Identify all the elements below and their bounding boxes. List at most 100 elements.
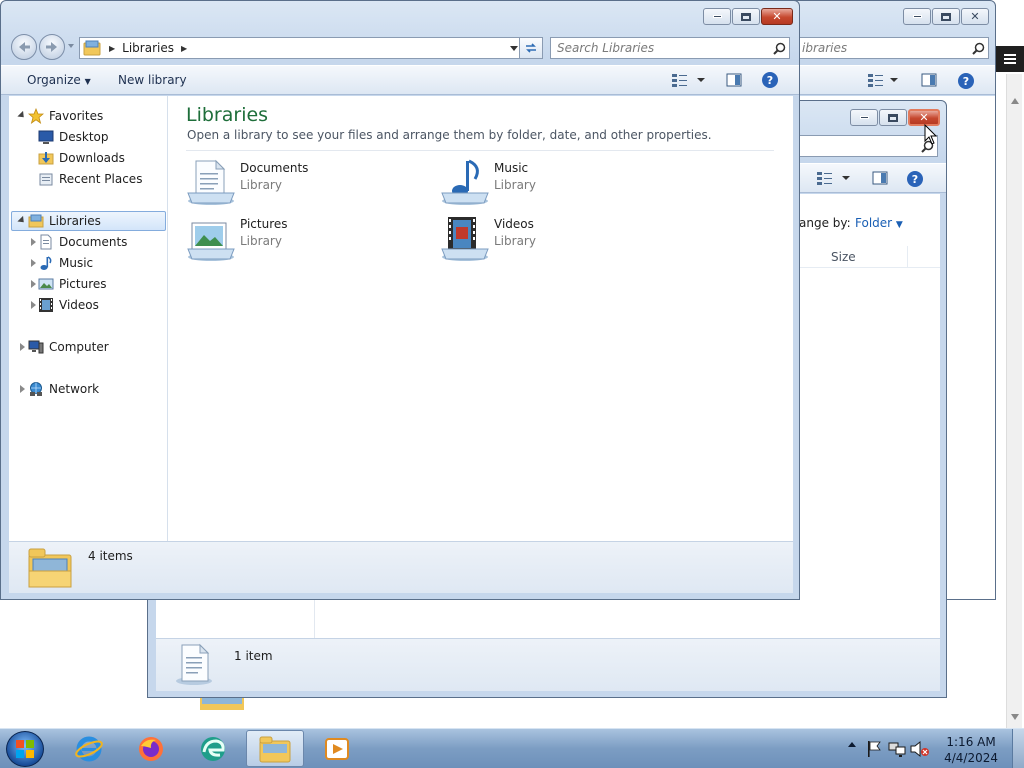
search-icon[interactable]: [769, 42, 789, 55]
page-scrollbar[interactable]: [1006, 74, 1022, 728]
taskbar-file-explorer[interactable]: [246, 730, 304, 767]
taskbar-clock[interactable]: 1:16 AM 4/4/2024: [944, 734, 998, 766]
help-icon[interactable]: ?: [761, 71, 779, 92]
close-button[interactable]: ✕: [961, 8, 989, 25]
address-dropdown-icon[interactable]: [510, 46, 518, 51]
volume-muted-icon[interactable]: [910, 740, 930, 761]
back-button[interactable]: [11, 34, 37, 60]
recent-places-icon: [38, 171, 54, 187]
content-pane: Libraries Open a library to see your fil…: [168, 96, 793, 541]
tree-item-pictures[interactable]: Pictures: [38, 274, 107, 294]
view-options-icon[interactable]: [671, 72, 707, 91]
taskbar-firefox[interactable]: [122, 730, 180, 767]
maximize-button[interactable]: [932, 8, 960, 25]
view-options-icon[interactable]: [867, 72, 899, 91]
svg-text:?: ?: [912, 173, 918, 186]
column-header-size[interactable]: Size: [831, 250, 856, 264]
expand-music-icon[interactable]: [31, 259, 36, 267]
library-name: Videos: [494, 217, 534, 231]
arrow-left-icon: [19, 42, 30, 52]
menu-icon: [1004, 54, 1016, 64]
svg-text:?: ?: [963, 75, 969, 88]
expand-network-icon[interactable]: [20, 385, 25, 393]
help-icon[interactable]: ?: [906, 170, 924, 191]
tree-item-videos[interactable]: Videos: [38, 295, 99, 315]
network-tray-icon[interactable]: [888, 740, 906, 761]
desktop-icon: [38, 129, 54, 145]
pictures-icon: [38, 276, 54, 292]
minimize-button[interactable]: [703, 8, 731, 25]
library-item-music[interactable]: Music Library: [440, 159, 536, 210]
tree-item-libraries[interactable]: Libraries: [28, 211, 101, 231]
tree-item-computer[interactable]: Computer: [28, 337, 109, 357]
tree-item-downloads[interactable]: Downloads: [38, 148, 125, 168]
minimize-button[interactable]: [903, 8, 931, 25]
search-input[interactable]: Search Libraries: [557, 41, 769, 55]
show-desktop-button[interactable]: [1012, 729, 1024, 768]
library-item-pictures[interactable]: Pictures Library: [186, 215, 288, 266]
taskbar-internet-explorer[interactable]: [60, 730, 118, 767]
taskbar-media-player[interactable]: [308, 730, 366, 767]
expand-computer-icon[interactable]: [20, 343, 25, 351]
maximize-button[interactable]: [732, 8, 760, 25]
explorer-window-libraries[interactable]: ✕ ▶ Libraries ▶ Search Libraries Organiz…: [0, 0, 800, 600]
background-app-strip: [996, 46, 1024, 72]
organize-menu[interactable]: Organize ▼: [27, 73, 91, 87]
firefox-icon: [139, 736, 163, 761]
start-button[interactable]: [6, 731, 44, 767]
tree-item-desktop[interactable]: Desktop: [38, 127, 109, 147]
system-tray: 1:16 AM 4/4/2024: [834, 729, 1024, 768]
expand-pictures-icon[interactable]: [31, 280, 36, 288]
star-icon: [28, 108, 44, 124]
library-item-videos[interactable]: Videos Library: [440, 215, 536, 266]
tree-item-favorites[interactable]: Favorites: [28, 106, 103, 126]
preview-pane-icon[interactable]: [921, 72, 937, 91]
address-bar[interactable]: ▶ Libraries ▶: [79, 37, 523, 59]
breadcrumb-separator-icon[interactable]: ▶: [109, 44, 115, 53]
page-title: Libraries: [186, 104, 269, 126]
windows-logo-icon: [16, 740, 34, 758]
action-center-flag-icon[interactable]: [866, 740, 882, 761]
close-button[interactable]: ✕: [761, 8, 793, 25]
view-options-icon[interactable]: [816, 170, 852, 189]
recent-pages-chevron-icon[interactable]: [68, 44, 74, 48]
computer-icon: [28, 339, 44, 355]
minimize-icon: [712, 15, 722, 18]
refresh-button[interactable]: [519, 37, 543, 59]
scrollbar-arrows: [1011, 98, 1019, 720]
clock-date: 4/4/2024: [944, 751, 998, 765]
tree-item-recent-places[interactable]: Recent Places: [38, 169, 142, 189]
arrange-by-dropdown[interactable]: Folder ▼: [855, 216, 903, 230]
close-icon: ✕: [772, 10, 782, 23]
libraries-icon: [83, 40, 101, 56]
preview-pane-icon[interactable]: [872, 170, 888, 189]
file-explorer-icon: [259, 736, 291, 762]
film-strip-icon: [38, 297, 54, 313]
help-icon[interactable]: ?: [957, 72, 975, 93]
breadcrumb-separator-icon[interactable]: ▶: [181, 44, 187, 53]
arrange-by-label: ange by:: [799, 216, 851, 230]
item-count: 1 item: [234, 649, 273, 663]
breadcrumb-libraries[interactable]: Libraries: [122, 41, 174, 55]
search-box[interactable]: Search Libraries: [550, 37, 790, 59]
maximize-button[interactable]: [879, 109, 907, 126]
chevron-down-icon: ▼: [84, 77, 91, 86]
expand-documents-icon[interactable]: [31, 238, 36, 246]
forward-button[interactable]: [39, 34, 65, 60]
preview-pane-icon[interactable]: [726, 72, 742, 91]
tree-item-music[interactable]: Music: [38, 253, 93, 273]
downloads-folder-icon: [38, 150, 54, 166]
new-library-button[interactable]: New library: [118, 73, 187, 87]
library-item-documents[interactable]: Documents Library: [186, 159, 308, 210]
network-icon: [28, 381, 44, 397]
show-hidden-icons-chevron-icon[interactable]: [848, 742, 856, 747]
page-subtitle: Open a library to see your files and arr…: [187, 128, 712, 142]
search-box[interactable]: [798, 135, 938, 157]
taskbar-edge[interactable]: [184, 730, 242, 767]
minimize-button[interactable]: [850, 109, 878, 126]
tree-item-network[interactable]: Network: [28, 379, 99, 399]
search-box[interactable]: ibraries: [795, 37, 989, 59]
tree-item-documents[interactable]: Documents: [38, 232, 127, 252]
expand-favorites-icon[interactable]: [17, 110, 27, 121]
expand-videos-icon[interactable]: [31, 301, 36, 309]
